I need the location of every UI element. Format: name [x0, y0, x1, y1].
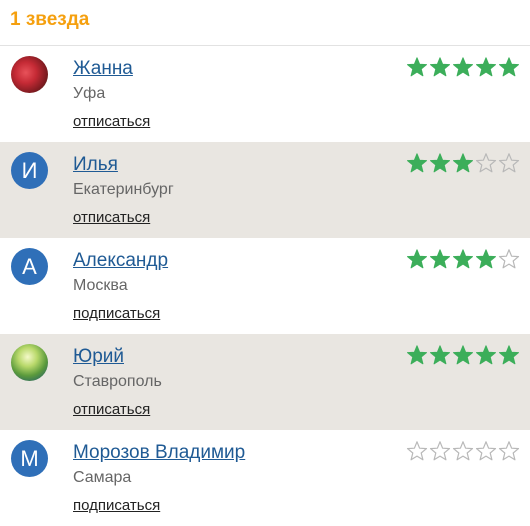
avatar[interactable]: И — [11, 152, 48, 189]
star-filled-icon — [430, 153, 450, 173]
user-row: М Морозов Владимир Самара подписаться — [0, 430, 530, 526]
star-filled-icon — [453, 345, 473, 365]
star-filled-icon — [430, 249, 450, 269]
star-rating — [406, 248, 520, 270]
user-city: Екатеринбург — [73, 181, 174, 198]
user-city: Уфа — [73, 85, 106, 102]
user-city: Самара — [73, 469, 132, 486]
subscription-link[interactable]: отписаться — [73, 401, 150, 418]
star-filled-icon — [453, 153, 473, 173]
star-empty-icon — [475, 153, 497, 173]
star-filled-icon — [453, 57, 473, 77]
avatar[interactable]: М — [11, 440, 48, 477]
avatar-initial: И — [21, 157, 38, 183]
star-empty-icon — [498, 153, 520, 173]
star-filled-icon — [453, 249, 473, 269]
star-empty-icon — [475, 441, 497, 461]
avatar-initial: А — [22, 253, 37, 279]
star-filled-icon — [430, 345, 450, 365]
user-name-link[interactable]: Илья — [73, 154, 118, 176]
avatar[interactable] — [11, 56, 48, 93]
star-filled-icon — [476, 249, 496, 269]
star-filled-icon — [499, 57, 519, 77]
star-filled-icon — [407, 249, 427, 269]
user-name-link[interactable]: Александр — [73, 250, 168, 272]
star-filled-icon — [407, 57, 427, 77]
user-name-link[interactable]: Жанна — [73, 58, 133, 80]
star-rating — [406, 440, 520, 462]
star-rating — [406, 344, 520, 366]
subscription-link[interactable]: отписаться — [73, 209, 150, 226]
star-empty-icon — [452, 441, 474, 461]
avatar[interactable]: А — [11, 248, 48, 285]
subscription-link[interactable]: подписаться — [73, 305, 160, 322]
subscription-link[interactable]: отписаться — [73, 113, 150, 130]
user-row: А Александр Москва подписаться — [0, 238, 530, 334]
user-city: Ставрополь — [73, 373, 162, 390]
star-filled-icon — [430, 57, 450, 77]
star-filled-icon — [407, 345, 427, 365]
user-name-link[interactable]: Юрий — [73, 346, 124, 368]
subscription-link[interactable]: подписаться — [73, 497, 160, 514]
star-filled-icon — [499, 345, 519, 365]
star-rating — [406, 152, 520, 174]
star-filled-icon — [476, 345, 496, 365]
star-rating — [406, 56, 520, 78]
user-row: И Илья Екатеринбург отписаться — [0, 142, 530, 238]
star-empty-icon — [498, 249, 520, 269]
star-empty-icon — [498, 441, 520, 461]
section-header: 1 звезда — [0, 0, 530, 46]
user-city: Москва — [73, 277, 128, 294]
avatar[interactable] — [11, 344, 48, 381]
star-filled-icon — [476, 57, 496, 77]
star-empty-icon — [429, 441, 451, 461]
section-title: 1 звезда — [10, 9, 90, 30]
star-filled-icon — [407, 153, 427, 173]
user-row: Юрий Ставрополь отписаться — [0, 334, 530, 430]
user-row: Жанна Уфа отписаться — [0, 46, 530, 142]
user-name-link[interactable]: Морозов Владимир — [73, 442, 245, 464]
avatar-initial: М — [20, 445, 39, 471]
star-empty-icon — [406, 441, 428, 461]
